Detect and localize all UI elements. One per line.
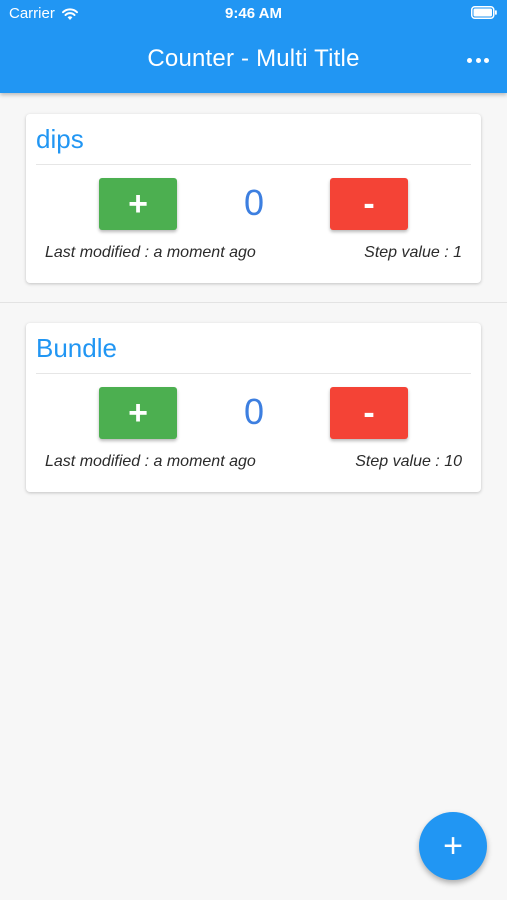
counter-title[interactable]: dips (36, 124, 84, 155)
counter-title[interactable]: Bundle (36, 333, 117, 364)
status-time: 9:46 AM (225, 5, 282, 22)
counter-value: 0 (243, 391, 265, 432)
more-dot (467, 57, 472, 63)
list-separator (0, 302, 507, 303)
step-value-label: Step value : 10 (355, 453, 462, 470)
counter-card-dips: dips + 0 - Last modified : a moment ago … (26, 114, 481, 283)
decrement-button[interactable]: - (330, 387, 408, 439)
last-modified-label: Last modified : a moment ago (45, 244, 256, 261)
increment-button[interactable]: + (99, 178, 177, 230)
step-value-label: Step value : 1 (364, 244, 462, 261)
add-icon: + (443, 826, 463, 865)
more-horiz-icon[interactable] (467, 50, 489, 70)
app-bar: Carrier 9:46 AM Counter - Multi Title (0, 0, 507, 93)
decrement-button[interactable]: - (330, 178, 408, 230)
battery-icon (471, 6, 497, 19)
counter-value: 0 (243, 182, 265, 223)
more-dot (484, 57, 489, 63)
card-divider (36, 373, 471, 374)
status-bar: Carrier 9:46 AM (0, 0, 507, 28)
card-divider (36, 164, 471, 165)
page-title: Counter - Multi Title (147, 45, 360, 72)
counter-card-bundle: Bundle + 0 - Last modified : a moment ag… (26, 323, 481, 492)
more-dot (475, 57, 481, 63)
last-modified-label: Last modified : a moment ago (45, 453, 256, 470)
add-counter-button[interactable]: + (419, 812, 487, 880)
increment-button[interactable]: + (99, 387, 177, 439)
